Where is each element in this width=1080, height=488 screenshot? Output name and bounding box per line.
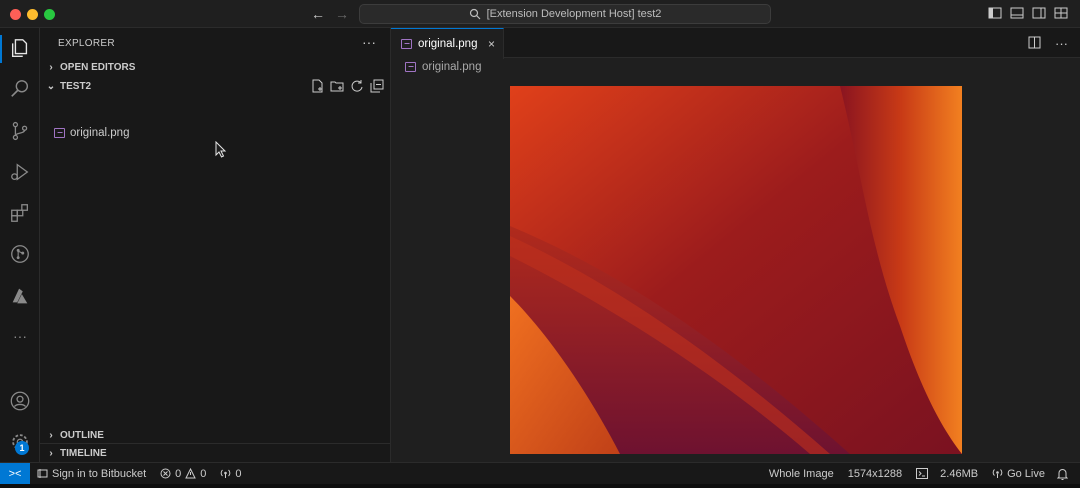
collapse-all-icon[interactable] xyxy=(369,78,385,94)
image-preview[interactable] xyxy=(510,86,962,454)
extensions-icon[interactable] xyxy=(8,201,32,225)
section-folder[interactable]: ⌄ TEST2 xyxy=(40,76,391,96)
tab-original-png[interactable]: original.png × xyxy=(391,28,504,59)
section-label: OPEN EDITORS xyxy=(60,61,136,73)
problems-indicator[interactable]: 0 0 xyxy=(160,468,206,480)
breadcrumb-file[interactable]: original.png xyxy=(422,61,481,73)
customize-layout-icon[interactable] xyxy=(1054,6,1070,22)
toggle-panel-icon[interactable] xyxy=(1010,6,1026,22)
title-bar: ← → [Extension Development Host] test2 xyxy=(0,0,1080,28)
close-window-button[interactable] xyxy=(10,9,21,20)
go-live-label: Go Live xyxy=(1007,467,1045,480)
terminal-icon xyxy=(916,468,929,479)
more-icon[interactable]: ··· xyxy=(8,324,32,348)
terminal-indicator[interactable] xyxy=(916,468,929,479)
close-icon[interactable]: × xyxy=(488,37,495,51)
explorer-sidebar: EXPLORER ··· › OPEN EDITORS ⌄ TEST2 orig… xyxy=(40,28,391,462)
status-bar: >< Sign in to Bitbucket 0 0 0 Whole Imag… xyxy=(0,462,1080,485)
section-label: TIMELINE xyxy=(60,448,107,459)
forward-arrow-icon[interactable]: → xyxy=(333,5,351,23)
source-control-icon[interactable] xyxy=(8,119,32,143)
editor-actions: ··· xyxy=(1028,36,1068,52)
section-open-editors[interactable]: › OPEN EDITORS xyxy=(40,57,391,77)
command-center[interactable]: [Extension Development Host] test2 xyxy=(359,4,771,24)
remote-icon: >< xyxy=(8,467,22,480)
minimize-window-button[interactable] xyxy=(27,9,38,20)
run-debug-icon[interactable] xyxy=(8,160,32,184)
git-graph-icon[interactable] xyxy=(8,242,32,266)
more-actions-icon[interactable]: ··· xyxy=(1055,36,1068,52)
chevron-right-icon: › xyxy=(49,429,53,441)
settings-badge: 1 xyxy=(15,441,29,455)
editor-area: original.png × ··· original.png xyxy=(391,28,1080,462)
image-file-icon xyxy=(401,39,412,49)
error-count: 0 xyxy=(175,467,182,480)
file-size: 2.46MB xyxy=(940,468,978,480)
sidebar-title: EXPLORER xyxy=(58,38,115,49)
folder-label: TEST2 xyxy=(60,80,92,92)
broadcast-icon xyxy=(992,469,1003,478)
remote-indicator[interactable]: >< xyxy=(0,462,30,485)
section-label: OUTLINE xyxy=(60,429,104,441)
bitbucket-icon xyxy=(37,469,48,478)
warning-count: 0 xyxy=(200,467,207,480)
azure-icon[interactable] xyxy=(8,284,32,308)
chevron-right-icon: › xyxy=(49,448,53,459)
toggle-secondary-sidebar-icon[interactable] xyxy=(1032,6,1048,22)
bitbucket-sign-in[interactable]: Sign in to Bitbucket xyxy=(37,468,146,480)
new-folder-icon[interactable] xyxy=(329,78,345,94)
image-file-icon xyxy=(54,128,65,138)
section-outline[interactable]: › OUTLINE xyxy=(40,425,391,445)
bottom-strip xyxy=(0,484,1080,488)
search-icon[interactable] xyxy=(8,77,32,101)
image-dimensions: 1574x1288 xyxy=(848,468,902,480)
activity-bar: ··· 1 xyxy=(0,28,40,462)
error-icon xyxy=(160,468,171,479)
section-timeline[interactable]: › TIMELINE xyxy=(40,443,391,463)
back-arrow-icon[interactable]: ← xyxy=(309,5,327,23)
file-name: original.png xyxy=(70,127,130,139)
chevron-down-icon: ⌄ xyxy=(46,80,56,92)
dimensions-label: 1574x1288 xyxy=(847,467,903,480)
chevron-right-icon: › xyxy=(49,61,53,73)
breadcrumb: original.png xyxy=(405,61,481,73)
ports-indicator[interactable]: 0 xyxy=(220,467,242,480)
split-editor-icon[interactable] xyxy=(1028,36,1041,52)
tab-label: original.png xyxy=(418,38,478,50)
bitbucket-label: Sign in to Bitbucket xyxy=(52,467,147,480)
explorer-icon[interactable] xyxy=(8,36,32,60)
new-file-icon[interactable] xyxy=(309,78,325,94)
broadcast-icon xyxy=(221,469,231,478)
tab-bar: original.png × ··· xyxy=(391,28,1080,59)
warning-icon xyxy=(185,468,197,479)
refresh-icon[interactable] xyxy=(349,78,365,94)
zoom-mode-label: Whole Image xyxy=(768,467,834,480)
toggle-sidebar-icon[interactable] xyxy=(988,6,1004,22)
search-icon xyxy=(469,8,480,20)
account-icon[interactable] xyxy=(8,389,32,413)
notifications-icon[interactable] xyxy=(1057,468,1068,480)
zoom-mode[interactable]: Whole Image xyxy=(769,468,834,480)
file-size-label: 2.46MB xyxy=(940,467,979,480)
file-item[interactable]: original.png xyxy=(54,124,129,142)
image-file-icon xyxy=(405,62,416,72)
mouse-cursor-icon xyxy=(215,141,227,158)
command-center-text: [Extension Development Host] test2 xyxy=(486,8,662,20)
go-live-button[interactable]: Go Live xyxy=(992,468,1045,480)
active-indicator xyxy=(0,35,2,63)
more-actions-button[interactable]: ··· xyxy=(362,34,376,50)
folder-actions xyxy=(309,78,385,94)
maximize-window-button[interactable] xyxy=(44,9,55,20)
ports-count: 0 xyxy=(235,467,242,480)
